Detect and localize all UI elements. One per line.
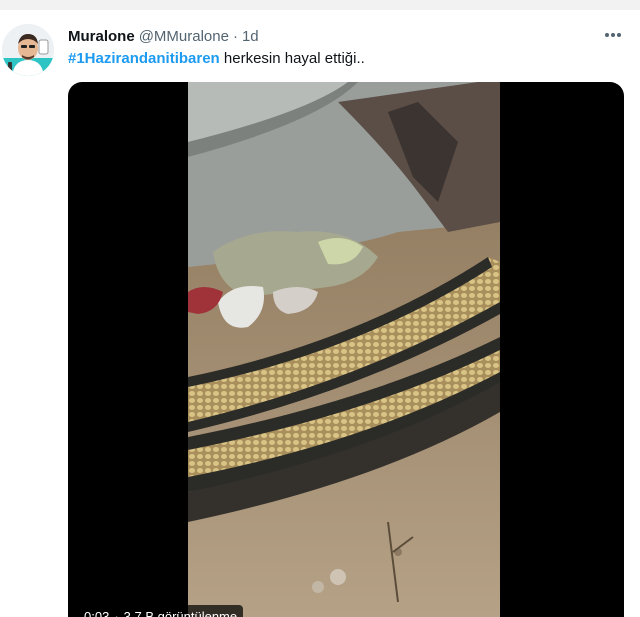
header-separator: · (232, 27, 238, 45)
video-elapsed-time: 0:03 (84, 608, 110, 617)
author-handle[interactable]: @MMuralone (139, 28, 229, 45)
video-view-count: 3,7 B görüntülenme (123, 608, 238, 617)
video-info-badge: 0:03 · 3,7 B görüntülenme (78, 605, 244, 617)
avatar[interactable] (2, 24, 54, 76)
page: Muralone @MMuralone · 1d #1Hazirandaniti… (0, 0, 640, 617)
hashtag-link[interactable]: #1Hazirandanitibaren (68, 50, 220, 67)
more-options-button[interactable] (600, 24, 626, 46)
video-player[interactable]: 0:03 · 3,7 B görüntülenme (68, 82, 624, 617)
video-info-separator: · (114, 608, 119, 617)
tweet-text: #1Hazirandanitibaren herkesin hayal etti… (68, 50, 365, 67)
video-frame (188, 82, 500, 617)
tweet-header: Muralone @MMuralone · 1d (68, 26, 259, 46)
tweet-body: herkesin hayal ettiği.. (219, 50, 365, 67)
more-horizontal-icon (605, 33, 621, 37)
top-divider (0, 0, 640, 10)
tweet-card[interactable]: Muralone @MMuralone · 1d #1Hazirandaniti… (0, 10, 640, 617)
author-name[interactable]: Muralone (68, 28, 135, 45)
timestamp[interactable]: 1d (242, 28, 259, 45)
avatar-image (2, 24, 54, 76)
